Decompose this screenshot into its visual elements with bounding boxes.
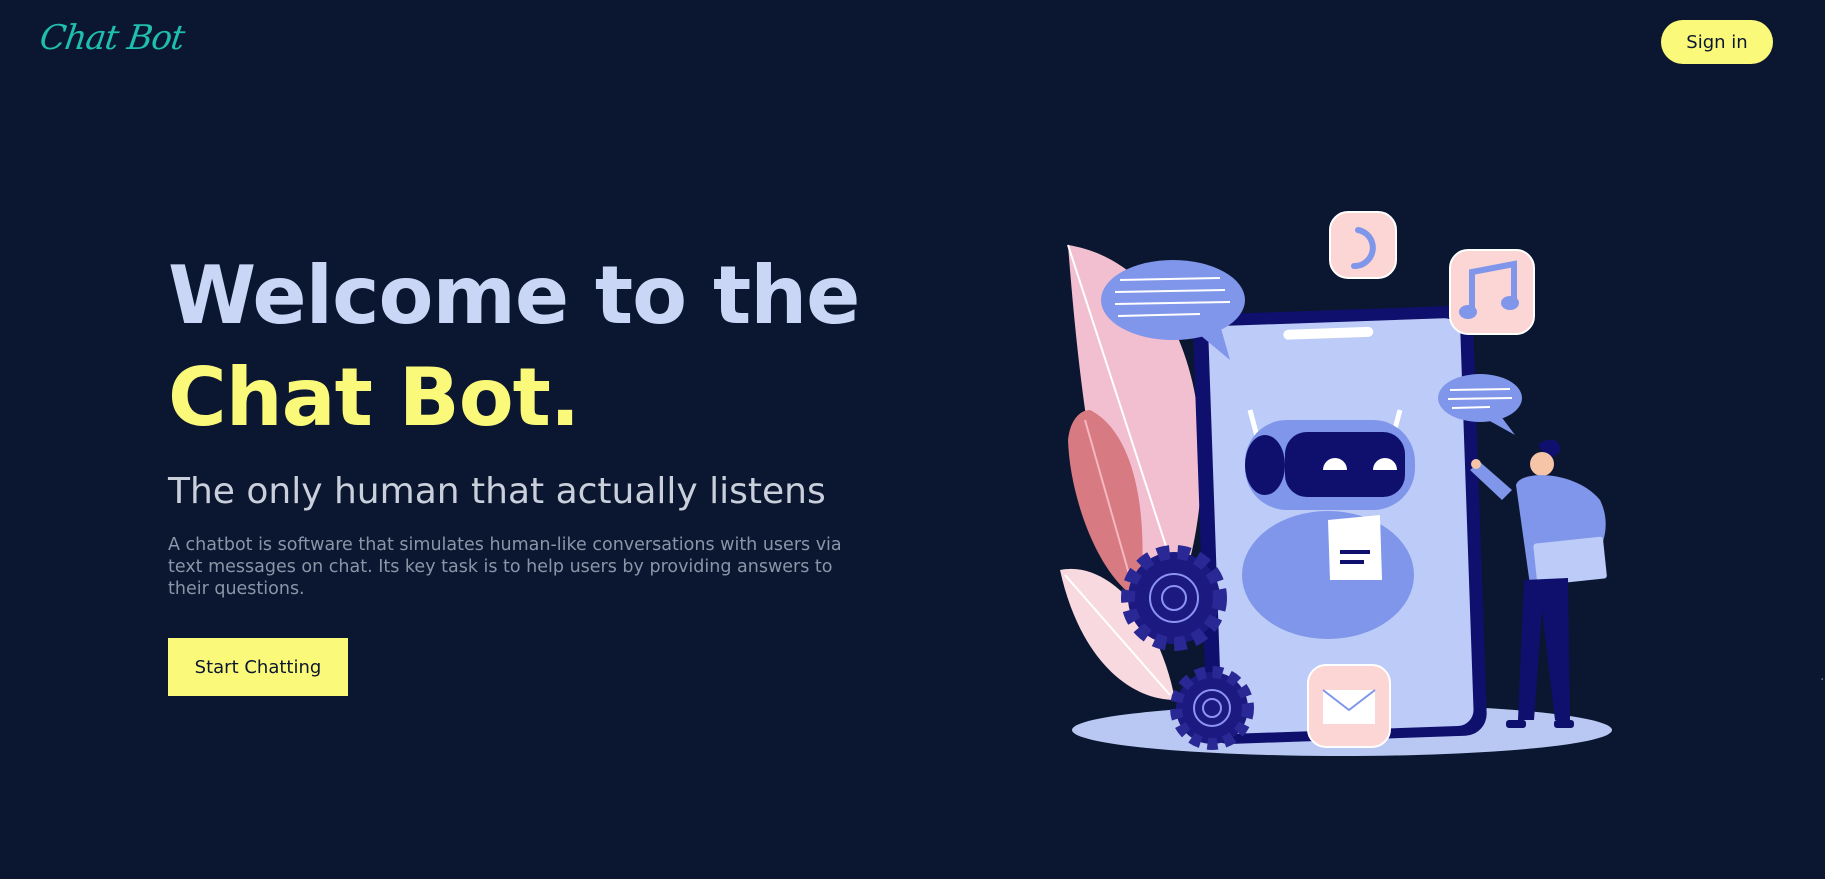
sign-in-button[interactable]: Sign in xyxy=(1661,20,1773,64)
chatbot-illustration xyxy=(1040,200,1640,770)
hero-title-line1: Welcome to the xyxy=(168,249,860,342)
landing-page: Chat Bot Sign in Welcome to the Chat Bot… xyxy=(0,0,1825,879)
hero-title-line2: Chat Bot. xyxy=(168,351,580,444)
phone-icon xyxy=(1329,211,1397,279)
gear-icon-small xyxy=(1170,666,1254,750)
hero-section: Welcome to the Chat Bot. The only human … xyxy=(168,245,868,696)
hero-description: A chatbot is software that simulates hum… xyxy=(168,535,842,599)
person-figure xyxy=(1470,439,1607,728)
hero-subtitle: The only human that actually listens xyxy=(168,471,826,512)
gear-icon xyxy=(1121,545,1227,651)
music-note-icon xyxy=(1449,249,1535,335)
edge-marker: · xyxy=(1820,672,1825,688)
hero-title: Welcome to the Chat Bot. xyxy=(168,245,868,449)
logo[interactable]: Chat Bot xyxy=(37,18,186,58)
start-chatting-button[interactable]: Start Chatting xyxy=(168,638,348,696)
mail-icon xyxy=(1307,664,1391,748)
